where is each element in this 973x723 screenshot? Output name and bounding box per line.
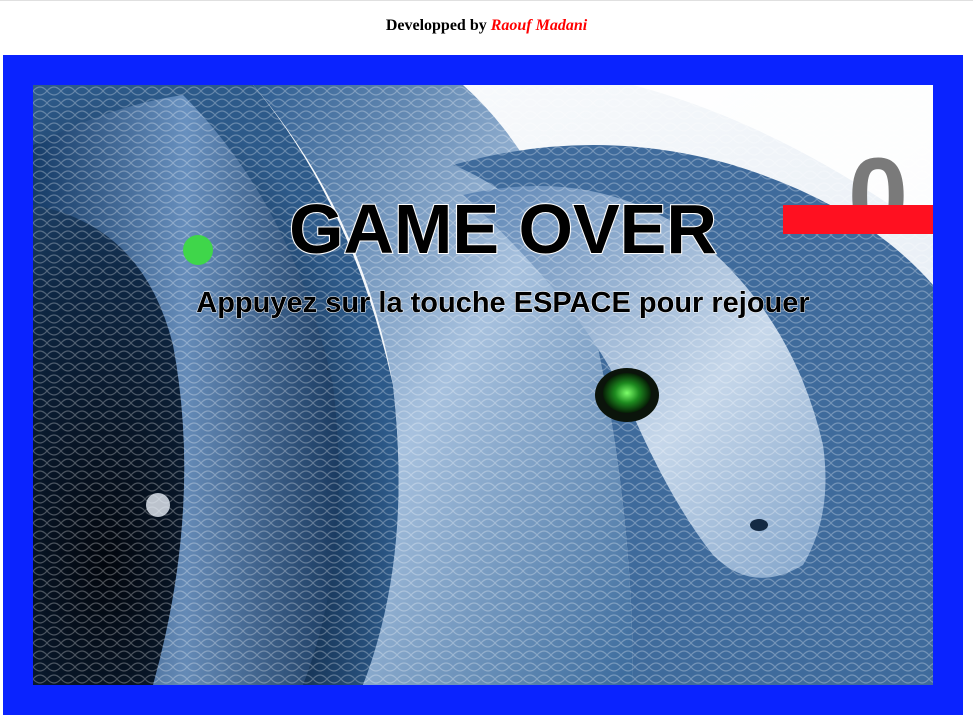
replay-instruction: Appuyez sur la touche ESPACE pour rejoue… (196, 287, 810, 320)
game-over-title: GAME OVER (288, 189, 718, 269)
developer-credit: Developped by Raouf Madani (0, 0, 973, 55)
credit-author: Raouf Madani (490, 17, 588, 34)
snake-background-image (33, 85, 933, 685)
credit-prefix: Developped by (385, 17, 487, 34)
game-board[interactable]: 0 GAME OVER Appuyez sur la touche ESPACE… (33, 85, 933, 685)
